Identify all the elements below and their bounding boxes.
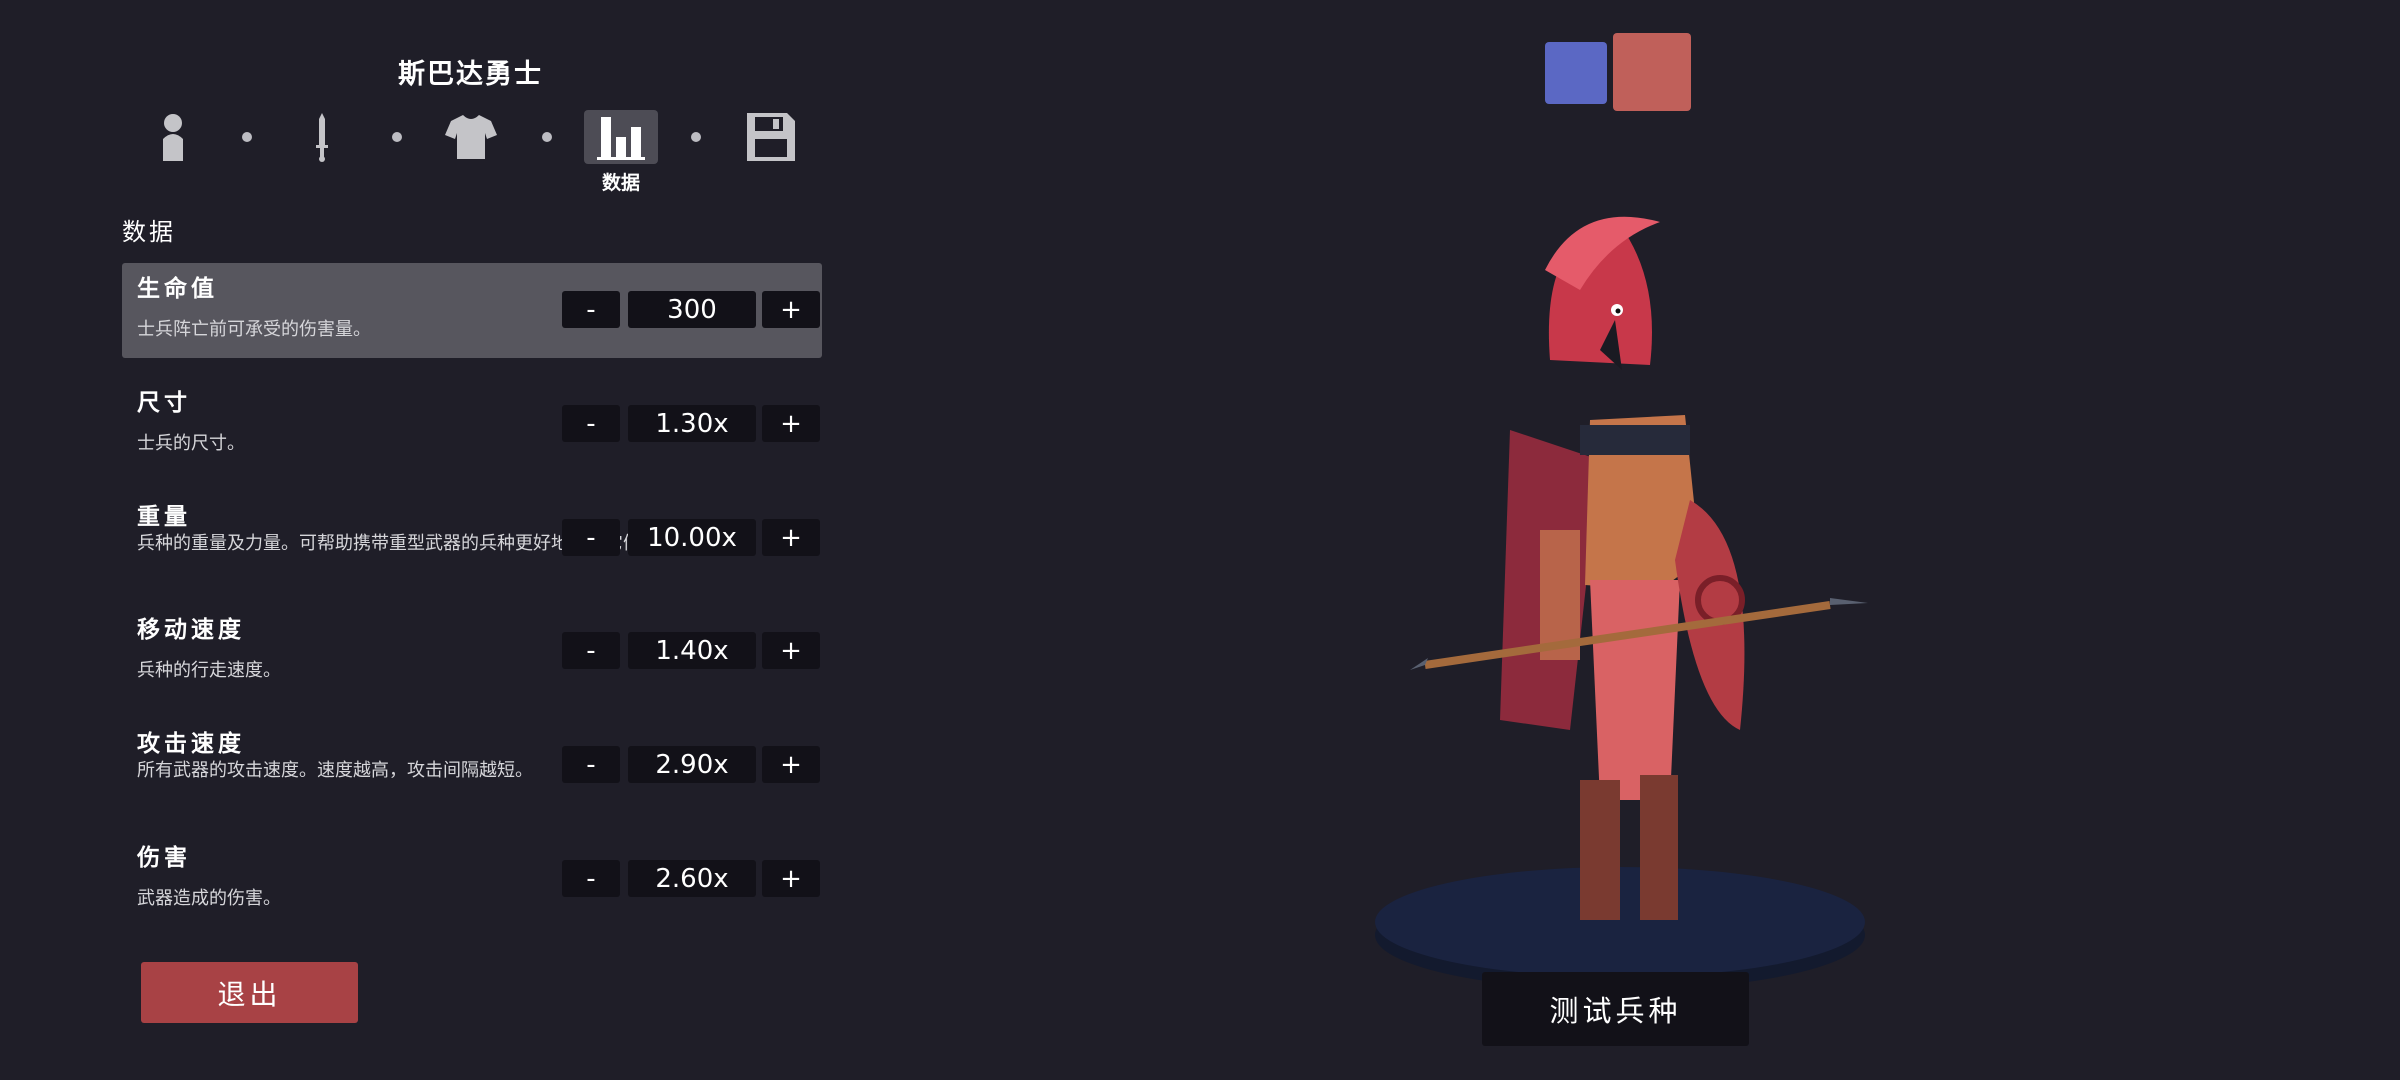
exit-button[interactable]: 退出 [141,962,358,1023]
unit-preview [1375,216,1868,990]
shirt-icon [445,115,497,159]
stat-name: 移动速度 [137,617,245,643]
step-person[interactable] [136,110,210,164]
stat-value: 1.40x [628,632,756,669]
stat-row-damage[interactable]: 伤害 武器造成的伤害。 - 2.60x + [122,832,822,927]
stat-name: 生命值 [137,276,218,302]
stat-row-health[interactable]: 生命值 士兵阵亡前可承受的伤害量。 - 300 + [122,263,822,358]
team-blue-swatch[interactable] [1545,42,1607,104]
stat-name: 尺寸 [137,390,191,416]
stat-row-attack-speed[interactable]: 攻击速度 所有武器的攻击速度。速度越高，攻击间隔越短。 - 2.90x + [122,718,822,813]
decrease-button[interactable]: - [562,519,620,556]
stat-value: 1.30x [628,405,756,442]
step-separator [691,132,701,142]
sword-icon [316,113,328,162]
step-separator [542,132,552,142]
decrease-button[interactable]: - [562,405,620,442]
decrease-button[interactable]: - [562,746,620,783]
decrease-button[interactable]: - [562,632,620,669]
step-save[interactable] [734,110,808,164]
stat-row-weight[interactable]: 重量 兵种的重量及力量。可帮助携带重型武器的兵种更好地使用它们。 - 10.00… [122,491,822,586]
increase-button[interactable]: + [762,291,820,328]
increase-button[interactable]: + [762,632,820,669]
step-clothing[interactable] [434,110,508,164]
stat-name: 伤害 [137,845,191,871]
increase-button[interactable]: + [762,405,820,442]
step-active-label: 数据 [601,172,640,194]
test-unit-button[interactable]: 测试兵种 [1482,972,1749,1046]
stats-icon [597,117,645,160]
stat-name: 攻击速度 [137,731,245,757]
stat-value: 2.60x [628,860,756,897]
stat-name: 重量 [137,504,191,530]
increase-button[interactable]: + [762,746,820,783]
decrease-button[interactable]: - [562,860,620,897]
person-icon [163,114,183,161]
increase-button[interactable]: + [762,519,820,556]
stat-value: 10.00x [628,519,756,556]
step-separator [392,132,402,142]
step-separator [242,132,252,142]
step-weapon[interactable] [285,110,359,164]
increase-button[interactable]: + [762,860,820,897]
step-bar: 数据 [0,0,800,200]
decrease-button[interactable]: - [562,291,620,328]
stat-row-size[interactable]: 尺寸 士兵的尺寸。 - 1.30x + [122,377,822,472]
section-title: 数据 [122,218,176,246]
team-red-swatch[interactable] [1613,33,1691,111]
save-icon [747,113,795,161]
stat-value: 2.90x [628,746,756,783]
step-stats[interactable] [584,110,658,164]
stat-row-move-speed[interactable]: 移动速度 兵种的行走速度。 - 1.40x + [122,604,822,699]
stat-value: 300 [628,291,756,328]
